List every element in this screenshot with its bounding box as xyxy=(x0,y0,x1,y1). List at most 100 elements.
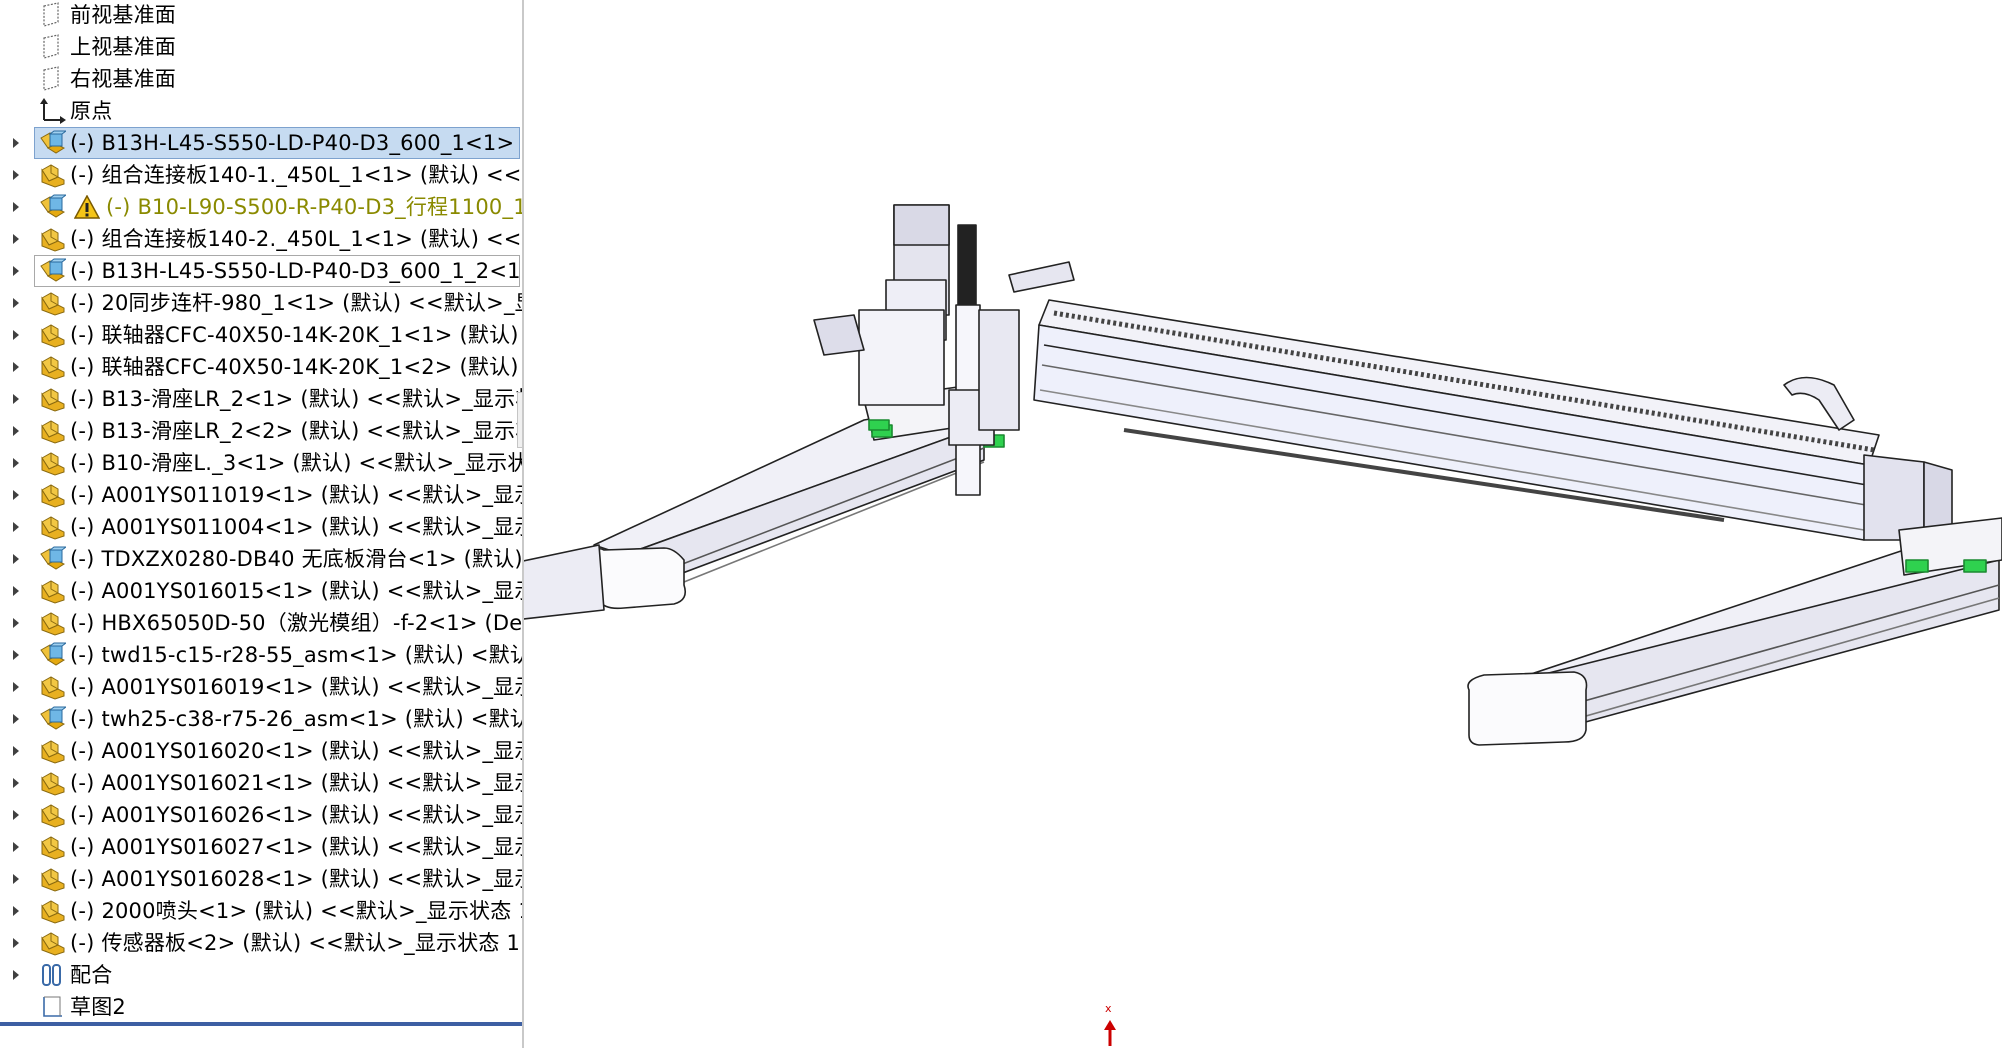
part-icon xyxy=(38,898,66,924)
tree-item[interactable]: 原点 xyxy=(0,95,522,127)
triad-x-label: x xyxy=(1105,1002,1112,1015)
expand-arrow-icon[interactable] xyxy=(8,423,24,439)
part-icon xyxy=(38,514,66,540)
assembly-icon xyxy=(38,258,68,284)
expand-arrow-icon[interactable] xyxy=(8,711,24,727)
tree-item-label: (-) 组合连接板140-1._450L_1<1> (默认) <<默 xyxy=(70,163,524,187)
tree-item-label: (-) 组合连接板140-2._450L_1<1> (默认) <<默 xyxy=(70,227,524,251)
expand-arrow-icon[interactable] xyxy=(8,391,24,407)
part-icon xyxy=(38,834,66,860)
part-icon xyxy=(38,738,66,764)
expand-arrow-icon[interactable] xyxy=(8,647,24,663)
tree-item-label: (-) HBX65050D-50（激光模组）-f-2<1> (De xyxy=(70,611,523,635)
tree-item[interactable]: (-) 20同步连杆-980_1<1> (默认) <<默认>_显 xyxy=(0,287,522,319)
part-icon xyxy=(38,610,66,636)
expand-arrow-icon[interactable] xyxy=(8,615,24,631)
assembly-icon xyxy=(38,194,68,220)
tree-item-label: 草图2 xyxy=(70,995,126,1019)
assembly-icon xyxy=(38,130,68,156)
tree-item[interactable]: (-) B13H-L45-S550-LD-P40-D3_600_1_2<1 xyxy=(0,255,522,287)
expand-arrow-icon[interactable] xyxy=(8,455,24,471)
tree-item[interactable]: (-) 2000喷头<1> (默认) <<默认>_显示状态 1 xyxy=(0,895,522,927)
view-triad-icon: x xyxy=(1104,1002,1116,1046)
part-icon xyxy=(38,482,66,508)
expand-arrow-icon[interactable] xyxy=(8,967,24,983)
tree-item-label: (-) A001YS016026<1> (默认) <<默认>_显示 xyxy=(70,803,524,827)
expand-arrow-icon[interactable] xyxy=(8,743,24,759)
tree-item[interactable]: (-) B10-滑座L._3<1> (默认) <<默认>_显示状 xyxy=(0,447,522,479)
tree-scrollbar-thumb[interactable] xyxy=(517,392,522,448)
part-icon xyxy=(38,674,66,700)
expand-arrow-icon[interactable] xyxy=(8,551,24,567)
tree-item[interactable]: (-) twd15-c15-r28-55_asm<1> (默认) <默认 xyxy=(0,639,522,671)
expand-arrow-icon[interactable] xyxy=(8,519,24,535)
tree-item[interactable]: (-) A001YS016020<1> (默认) <<默认>_显示 xyxy=(0,735,522,767)
tree-item-label: (-) A001YS016020<1> (默认) <<默认>_显示 xyxy=(70,739,524,763)
expand-arrow-icon[interactable] xyxy=(8,167,24,183)
tree-item-label: (-) A001YS016019<1> (默认) <<默认>_显示 xyxy=(70,675,524,699)
expand-arrow-icon[interactable] xyxy=(8,583,24,599)
tree-item[interactable]: (-) 组合连接板140-2._450L_1<1> (默认) <<默 xyxy=(0,223,522,255)
expand-arrow-icon[interactable] xyxy=(8,295,24,311)
tree-item[interactable]: (-) 联轴器CFC-40X50-14K-20K_1<1> (默认) xyxy=(0,319,522,351)
tree-item[interactable]: 右视基准面 xyxy=(0,63,522,95)
tree-item-label: (-) B13H-L45-S550-LD-P40-D3_600_1<1> xyxy=(70,131,515,155)
tree-item[interactable]: (-) A001YS016026<1> (默认) <<默认>_显示 xyxy=(0,799,522,831)
part-icon xyxy=(38,290,66,316)
tree-item[interactable]: (-) TDXZX0280-DB40 无底板滑台<1> (默认) xyxy=(0,543,522,575)
tree-item-label: (-) twh25-c38-r75-26_asm<1> (默认) <默认 xyxy=(70,707,524,731)
expand-arrow-icon[interactable] xyxy=(8,935,24,951)
expand-arrow-icon[interactable] xyxy=(8,775,24,791)
tree-item[interactable]: (-) 联轴器CFC-40X50-14K-20K_1<2> (默认) xyxy=(0,351,522,383)
tree-item[interactable]: (-) A001YS016028<1> (默认) <<默认>_显示 xyxy=(0,863,522,895)
tree-item[interactable]: (-) B13-滑座LR_2<1> (默认) <<默认>_显示状 xyxy=(0,383,522,415)
gantry-model-drawing[interactable] xyxy=(503,0,2002,1048)
expand-arrow-icon[interactable] xyxy=(8,359,24,375)
tree-item-label: 前视基准面 xyxy=(70,3,176,27)
tree-item[interactable]: (-) HBX65050D-50（激光模组）-f-2<1> (De xyxy=(0,607,522,639)
tree-item[interactable]: (-) A001YS016019<1> (默认) <<默认>_显示 xyxy=(0,671,522,703)
part-icon xyxy=(38,162,66,188)
tree-item[interactable]: (-) A001YS016015<1> (默认) <<默认>_显示 xyxy=(0,575,522,607)
tree-item[interactable]: 配合 xyxy=(0,959,522,991)
feature-manager-tree[interactable]: 前视基准面上视基准面右视基准面 原点 (-) B13H-L45-S550-LD-P4… xyxy=(0,0,524,1048)
tree-item[interactable]: (-) 传感器板<2> (默认) <<默认>_显示状态 1 xyxy=(0,927,522,959)
part-icon xyxy=(38,418,66,444)
tree-item[interactable]: (-) B13-滑座LR_2<2> (默认) <<默认>_显示状 xyxy=(0,415,522,447)
tree-item-label: 上视基准面 xyxy=(70,35,176,59)
tree-item[interactable]: 草图2 xyxy=(0,991,522,1023)
tree-item-label: (-) TDXZX0280-DB40 无底板滑台<1> (默认) xyxy=(70,547,523,571)
plane-icon xyxy=(38,34,66,60)
tree-item[interactable]: (-) B13H-L45-S550-LD-P40-D3_600_1<1> xyxy=(0,127,522,159)
expand-arrow-icon[interactable] xyxy=(8,487,24,503)
expand-arrow-icon[interactable] xyxy=(8,903,24,919)
tree-item-label: (-) A001YS011004<1> (默认) <<默认>_显示 xyxy=(70,515,524,539)
expand-arrow-icon[interactable] xyxy=(8,327,24,343)
part-icon xyxy=(38,578,66,604)
part-icon xyxy=(38,226,66,252)
tree-item[interactable]: (-) A001YS011019<1> (默认) <<默认>_显示 xyxy=(0,479,522,511)
tree-item[interactable]: 前视基准面 xyxy=(0,0,522,31)
tree-item[interactable]: (-) B10-L90-S500-R-P40-D3_行程1100_1 xyxy=(0,191,522,223)
expand-arrow-icon[interactable] xyxy=(8,231,24,247)
tree-item-label: (-) 2000喷头<1> (默认) <<默认>_显示状态 1 xyxy=(70,899,524,923)
expand-arrow-icon[interactable] xyxy=(8,135,24,151)
expand-arrow-icon[interactable] xyxy=(8,199,24,215)
graphics-viewport[interactable]: x xyxy=(503,0,2002,1048)
expand-arrow-icon[interactable] xyxy=(8,871,24,887)
tree-item[interactable]: (-) A001YS016021<1> (默认) <<默认>_显示 xyxy=(0,767,522,799)
tree-item-label: (-) 联轴器CFC-40X50-14K-20K_1<2> (默认) xyxy=(70,355,519,379)
tree-item-label: (-) A001YS016021<1> (默认) <<默认>_显示 xyxy=(70,771,524,795)
tree-item[interactable]: 上视基准面 xyxy=(0,31,522,63)
tree-item-label: (-) B13H-L45-S550-LD-P40-D3_600_1_2<1 xyxy=(70,259,521,283)
tree-item[interactable]: (-) A001YS011004<1> (默认) <<默认>_显示 xyxy=(0,511,522,543)
expand-arrow-icon[interactable] xyxy=(8,839,24,855)
tree-item[interactable]: (-) 组合连接板140-1._450L_1<1> (默认) <<默 xyxy=(0,159,522,191)
tree-item-label: (-) 联轴器CFC-40X50-14K-20K_1<1> (默认) xyxy=(70,323,519,347)
part-icon xyxy=(38,354,66,380)
expand-arrow-icon[interactable] xyxy=(8,263,24,279)
tree-item[interactable]: (-) A001YS016027<1> (默认) <<默认>_显示 xyxy=(0,831,522,863)
expand-arrow-icon[interactable] xyxy=(8,807,24,823)
expand-arrow-icon[interactable] xyxy=(8,679,24,695)
tree-item[interactable]: (-) twh25-c38-r75-26_asm<1> (默认) <默认 xyxy=(0,703,522,735)
